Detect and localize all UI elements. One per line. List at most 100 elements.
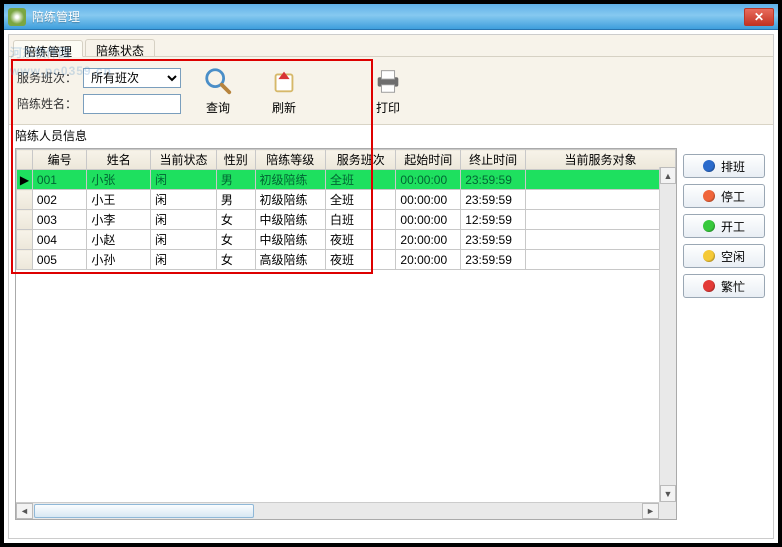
cell[interactable]: 闲 bbox=[151, 190, 217, 210]
stop-button[interactable]: 停工 bbox=[683, 184, 765, 208]
row-header bbox=[17, 210, 33, 230]
schedule-button[interactable]: 排班 bbox=[683, 154, 765, 178]
cell[interactable] bbox=[525, 190, 675, 210]
cell[interactable]: 小赵 bbox=[87, 230, 151, 250]
start-button[interactable]: 开工 bbox=[683, 214, 765, 238]
cell[interactable]: 小孙 bbox=[87, 250, 151, 270]
idle-button[interactable]: 空闲 bbox=[683, 244, 765, 268]
table-row[interactable]: 005小孙闲女高级陪练夜班20:00:0023:59:59 bbox=[17, 250, 676, 270]
cell[interactable]: 004 bbox=[32, 230, 87, 250]
scroll-thumb[interactable] bbox=[34, 504, 254, 518]
table-header-row: 编号 姓名 当前状态 性别 陪练等级 服务班次 起始时间 终止时间 当前服务对象 bbox=[17, 150, 676, 170]
scroll-down-icon[interactable]: ▼ bbox=[660, 485, 676, 502]
scroll-corner bbox=[659, 502, 676, 519]
tab-manage[interactable]: 陪练管理 bbox=[13, 40, 83, 57]
cell[interactable]: 小王 bbox=[87, 190, 151, 210]
row-header bbox=[17, 190, 33, 210]
face-icon bbox=[703, 220, 715, 232]
person-icon bbox=[703, 160, 715, 172]
cell[interactable]: 闲 bbox=[151, 210, 217, 230]
shift-label: 服务班次： bbox=[17, 69, 77, 86]
cell[interactable]: 初级陪练 bbox=[255, 190, 325, 210]
cell[interactable]: 女 bbox=[216, 250, 255, 270]
close-button[interactable]: ✕ bbox=[744, 8, 774, 26]
window-title: 陪练管理 bbox=[32, 8, 744, 25]
table-row[interactable]: 003小李闲女中级陪练白班00:00:0012:59:59 bbox=[17, 210, 676, 230]
shift-select[interactable]: 所有班次 bbox=[83, 68, 181, 88]
col-num[interactable]: 编号 bbox=[32, 150, 87, 170]
scroll-up-icon[interactable]: ▲ bbox=[660, 167, 676, 184]
tab-status[interactable]: 陪练状态 bbox=[85, 39, 155, 56]
face-icon bbox=[703, 190, 715, 202]
cell[interactable]: 白班 bbox=[325, 210, 395, 230]
table-row[interactable]: 004小赵闲女中级陪练夜班20:00:0023:59:59 bbox=[17, 230, 676, 250]
col-start[interactable]: 起始时间 bbox=[396, 150, 461, 170]
cell[interactable]: 女 bbox=[216, 230, 255, 250]
refresh-icon bbox=[268, 65, 300, 97]
cell[interactable]: 20:00:00 bbox=[396, 250, 461, 270]
cell[interactable] bbox=[525, 250, 675, 270]
col-end[interactable]: 终止时间 bbox=[461, 150, 526, 170]
cell[interactable]: 20:00:00 bbox=[396, 230, 461, 250]
cell[interactable]: 005 bbox=[32, 250, 87, 270]
cell[interactable]: 男 bbox=[216, 170, 255, 190]
cell[interactable]: 00:00:00 bbox=[396, 210, 461, 230]
cell[interactable]: 女 bbox=[216, 210, 255, 230]
col-sex[interactable]: 性别 bbox=[216, 150, 255, 170]
face-icon bbox=[703, 280, 715, 292]
cell[interactable]: 12:59:59 bbox=[461, 210, 526, 230]
cell[interactable]: 闲 bbox=[151, 170, 217, 190]
cell[interactable]: 高级陪练 bbox=[255, 250, 325, 270]
row-header: ▶ bbox=[17, 170, 33, 190]
col-state[interactable]: 当前状态 bbox=[151, 150, 217, 170]
search-button[interactable]: 查询 bbox=[189, 65, 247, 116]
cell[interactable]: 00:00:00 bbox=[396, 190, 461, 210]
cell[interactable]: 001 bbox=[32, 170, 87, 190]
name-label: 陪练姓名： bbox=[17, 95, 77, 112]
cell[interactable]: 中级陪练 bbox=[255, 210, 325, 230]
scroll-right-icon[interactable]: ► bbox=[642, 503, 659, 519]
table-row[interactable]: 002小王闲男初级陪练全班00:00:0023:59:59 bbox=[17, 190, 676, 210]
row-header-corner bbox=[17, 150, 33, 170]
cell[interactable]: 002 bbox=[32, 190, 87, 210]
row-header bbox=[17, 230, 33, 250]
col-target[interactable]: 当前服务对象 bbox=[525, 150, 675, 170]
cell[interactable]: 小张 bbox=[87, 170, 151, 190]
scroll-left-icon[interactable]: ◄ bbox=[16, 503, 33, 519]
col-level[interactable]: 陪练等级 bbox=[255, 150, 325, 170]
data-grid[interactable]: 编号 姓名 当前状态 性别 陪练等级 服务班次 起始时间 终止时间 当前服务对象… bbox=[15, 148, 677, 520]
cell[interactable]: 23:59:59 bbox=[461, 250, 526, 270]
cell[interactable]: 小李 bbox=[87, 210, 151, 230]
col-name[interactable]: 姓名 bbox=[87, 150, 151, 170]
name-input[interactable] bbox=[83, 94, 181, 114]
scrollbar-horizontal[interactable]: ◄ ► bbox=[16, 502, 659, 519]
scrollbar-vertical[interactable]: ▲ ▼ bbox=[659, 167, 676, 502]
section-title: 陪练人员信息 bbox=[9, 125, 773, 146]
print-icon bbox=[372, 65, 404, 97]
cell[interactable]: 23:59:59 bbox=[461, 170, 526, 190]
busy-button[interactable]: 繁忙 bbox=[683, 274, 765, 298]
cell[interactable]: 00:00:00 bbox=[396, 170, 461, 190]
cell[interactable] bbox=[525, 230, 675, 250]
table-row[interactable]: ▶001小张闲男初级陪练全班00:00:0023:59:59 bbox=[17, 170, 676, 190]
cell[interactable]: 全班 bbox=[325, 170, 395, 190]
cell[interactable]: 初级陪练 bbox=[255, 170, 325, 190]
cell[interactable]: 闲 bbox=[151, 250, 217, 270]
window-titlebar: 陪练管理 ✕ bbox=[4, 4, 778, 30]
print-button[interactable]: 打印 bbox=[359, 65, 417, 116]
cell[interactable]: 夜班 bbox=[325, 230, 395, 250]
cell[interactable]: 中级陪练 bbox=[255, 230, 325, 250]
cell[interactable]: 003 bbox=[32, 210, 87, 230]
cell[interactable] bbox=[525, 210, 675, 230]
cell[interactable]: 23:59:59 bbox=[461, 230, 526, 250]
cell[interactable]: 闲 bbox=[151, 230, 217, 250]
cell[interactable]: 男 bbox=[216, 190, 255, 210]
cell[interactable]: 夜班 bbox=[325, 250, 395, 270]
col-shift[interactable]: 服务班次 bbox=[325, 150, 395, 170]
cell[interactable] bbox=[525, 170, 675, 190]
cell[interactable]: 全班 bbox=[325, 190, 395, 210]
row-header bbox=[17, 250, 33, 270]
cell[interactable]: 23:59:59 bbox=[461, 190, 526, 210]
tab-bar: 陪练管理 陪练状态 bbox=[9, 35, 773, 57]
refresh-button[interactable]: 刷新 bbox=[255, 65, 313, 116]
